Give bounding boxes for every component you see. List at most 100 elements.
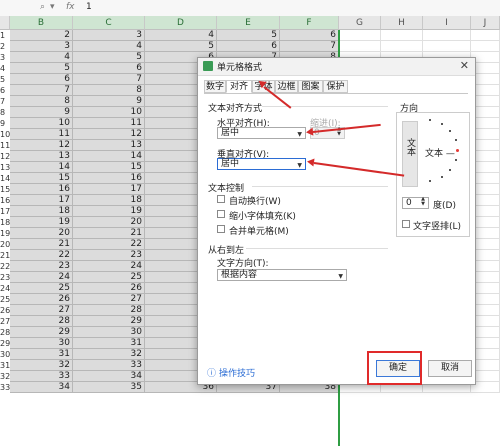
row-number[interactable]: 18 xyxy=(0,217,10,228)
grid-cell[interactable]: 2 xyxy=(10,30,73,41)
column-header-e[interactable]: E xyxy=(217,16,280,30)
close-icon[interactable]: ✕ xyxy=(460,59,469,72)
tips-icon[interactable]: ⓘ xyxy=(207,366,216,379)
grid-cell[interactable]: 16 xyxy=(73,173,145,184)
grid-cell[interactable]: 26 xyxy=(10,294,73,305)
row-number[interactable]: 30 xyxy=(0,349,10,360)
grid-cell[interactable]: 32 xyxy=(10,360,73,371)
row-number[interactable]: 11 xyxy=(0,140,10,151)
grid-cell[interactable]: 12 xyxy=(10,140,73,151)
row-number[interactable]: 26 xyxy=(0,305,10,316)
row-number[interactable]: 28 xyxy=(0,327,10,338)
grid-cell[interactable]: 26 xyxy=(73,283,145,294)
chevron-down-icon[interactable]: ▾ xyxy=(50,2,55,12)
grid-cell[interactable]: 30 xyxy=(73,327,145,338)
row-number[interactable]: 10 xyxy=(0,129,10,140)
row-number[interactable]: 8 xyxy=(0,107,10,118)
row-number[interactable]: 15 xyxy=(0,184,10,195)
grid-cell[interactable]: 14 xyxy=(10,162,73,173)
grid-cell[interactable] xyxy=(381,30,423,41)
grid-cell[interactable]: 19 xyxy=(10,217,73,228)
grid-cell[interactable]: 20 xyxy=(10,228,73,239)
grid-cell[interactable]: 8 xyxy=(10,96,73,107)
vertical-text-checkbox[interactable] xyxy=(402,220,410,228)
row-number[interactable]: 9 xyxy=(0,118,10,129)
row-number[interactable]: 2 xyxy=(0,41,10,52)
tab-number[interactable]: 数字 xyxy=(204,80,226,93)
grid-cell[interactable]: 5 xyxy=(145,41,217,52)
grid-cell[interactable] xyxy=(339,41,381,52)
grid-cell[interactable]: 22 xyxy=(73,239,145,250)
row-number[interactable]: 25 xyxy=(0,294,10,305)
tab-protection[interactable]: 保护 xyxy=(323,80,348,93)
row-number[interactable]: 12 xyxy=(0,151,10,162)
grid-cell[interactable]: 7 xyxy=(73,74,145,85)
grid-cell[interactable]: 31 xyxy=(10,349,73,360)
grid-cell[interactable]: 6 xyxy=(10,74,73,85)
grid-cell[interactable]: 25 xyxy=(10,283,73,294)
grid-cell[interactable]: 17 xyxy=(10,195,73,206)
grid-cell[interactable]: 23 xyxy=(73,250,145,261)
grid-cell[interactable]: 18 xyxy=(73,195,145,206)
row-number[interactable]: 29 xyxy=(0,338,10,349)
grid-cell[interactable]: 20 xyxy=(73,217,145,228)
row-number[interactable]: 3 xyxy=(0,52,10,63)
grid-cell[interactable]: 5 xyxy=(217,30,280,41)
grid-cell[interactable]: 7 xyxy=(280,41,339,52)
grid-cell[interactable]: 5 xyxy=(10,63,73,74)
row-number[interactable]: 22 xyxy=(0,261,10,272)
grid-cell[interactable]: 21 xyxy=(73,228,145,239)
column-header-h[interactable]: H xyxy=(381,16,423,30)
grid-cell[interactable]: 14 xyxy=(73,151,145,162)
grid-cell[interactable]: 29 xyxy=(10,327,73,338)
column-header-f[interactable]: F xyxy=(280,16,339,30)
grid-cell[interactable]: 24 xyxy=(73,261,145,272)
row-number[interactable]: 14 xyxy=(0,173,10,184)
grid-cell[interactable]: 21 xyxy=(10,239,73,250)
horizontal-align-select[interactable]: 居中 ▼ xyxy=(217,127,306,139)
row-number[interactable]: 32 xyxy=(0,371,10,382)
row-number[interactable]: 23 xyxy=(0,272,10,283)
grid-cell[interactable]: 18 xyxy=(10,206,73,217)
dialog-titlebar[interactable]: 单元格格式 ✕ xyxy=(198,58,475,76)
row-number[interactable]: 27 xyxy=(0,316,10,327)
grid-cell[interactable]: 34 xyxy=(10,382,73,393)
grid-cell[interactable] xyxy=(381,41,423,52)
corner-select-all[interactable] xyxy=(0,16,10,30)
fx-icon[interactable]: fx xyxy=(66,2,75,12)
grid-cell[interactable]: 7 xyxy=(10,85,73,96)
grid-cell[interactable]: 10 xyxy=(73,107,145,118)
wrap-text-checkbox[interactable] xyxy=(217,195,225,203)
grid-cell[interactable]: 29 xyxy=(73,316,145,327)
grid-cell[interactable]: 11 xyxy=(10,129,73,140)
grid-cell[interactable]: 10 xyxy=(10,118,73,129)
grid-cell[interactable] xyxy=(423,30,471,41)
grid-cell[interactable]: 32 xyxy=(73,349,145,360)
grid-cell[interactable] xyxy=(471,41,500,52)
grid-cell[interactable]: 6 xyxy=(73,63,145,74)
grid-cell[interactable]: 9 xyxy=(10,107,73,118)
grid-cell[interactable]: 33 xyxy=(10,371,73,382)
row-number[interactable]: 6 xyxy=(0,85,10,96)
grid-cell[interactable]: 4 xyxy=(145,30,217,41)
formula-input[interactable]: 1 xyxy=(86,2,92,12)
grid-cell[interactable]: 28 xyxy=(10,316,73,327)
column-header-i[interactable]: I xyxy=(423,16,471,30)
row-number[interactable]: 31 xyxy=(0,360,10,371)
grid-cell[interactable]: 27 xyxy=(10,305,73,316)
grid-cell[interactable]: 6 xyxy=(217,41,280,52)
row-number[interactable]: 5 xyxy=(0,74,10,85)
row-number[interactable]: 1 xyxy=(0,30,10,41)
grid-cell[interactable]: 27 xyxy=(73,294,145,305)
grid-cell[interactable]: 16 xyxy=(10,184,73,195)
grid-cell[interactable]: 22 xyxy=(10,250,73,261)
tab-alignment[interactable]: 对齐 xyxy=(226,80,252,93)
grid-cell[interactable]: 5 xyxy=(73,52,145,63)
grid-cell[interactable]: 31 xyxy=(73,338,145,349)
row-number[interactable]: 4 xyxy=(0,63,10,74)
row-number[interactable]: 13 xyxy=(0,162,10,173)
column-header-b[interactable]: B xyxy=(10,16,73,30)
column-header-j[interactable]: J xyxy=(471,16,500,30)
grid-cell[interactable]: 30 xyxy=(10,338,73,349)
grid-cell[interactable] xyxy=(471,30,500,41)
